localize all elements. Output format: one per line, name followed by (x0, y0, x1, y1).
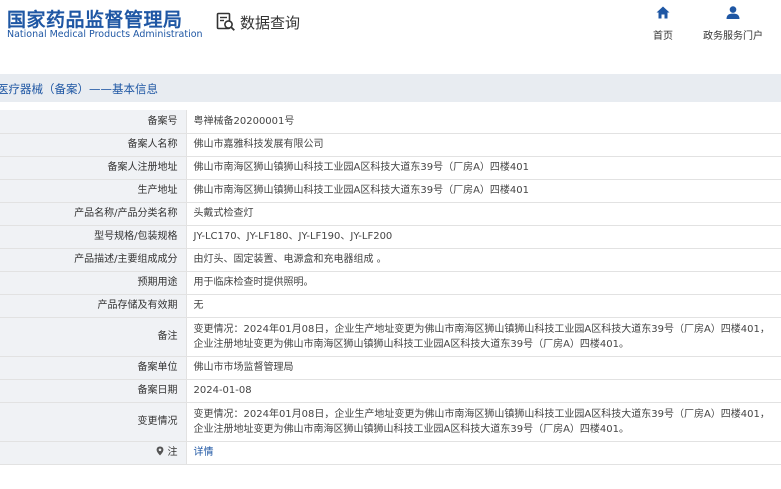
row-label: 产品描述/主要组成成分 (0, 248, 187, 272)
row-value: 用于临床检查时提供照明。 (186, 271, 781, 295)
search-title: 数据查询 (240, 13, 301, 32)
row-value: 由灯头、固定装置、电源盒和充电器组成 。 (186, 248, 781, 272)
note-label-cell: 注 (0, 441, 187, 465)
row-value: 头戴式检查灯 (186, 202, 781, 226)
logo-title-en[interactable]: National Medical Products Administration (7, 29, 203, 40)
table-row: 型号规格/包装规格 JY-LC170、JY-LF180、JY-LF190、JY-… (0, 225, 781, 249)
note-row: 注 详情 (0, 441, 781, 465)
table-row: 备案日期 2024-01-08 (0, 379, 781, 403)
note-value: 详情 (186, 441, 781, 465)
table-row: 产品存储及有效期 无 (0, 294, 781, 318)
nav-home[interactable]: 首页 (649, 4, 677, 42)
table-row: 生产地址 佛山市南海区狮山镇狮山科技工业园A区科技大道东39号（厂房A）四楼40… (0, 179, 781, 203)
row-label: 生产地址 (0, 179, 187, 203)
table-row: 备案人注册地址 佛山市南海区狮山镇狮山科技工业园A区科技大道东39号（厂房A）四… (0, 156, 781, 180)
row-label: 备案人注册地址 (0, 156, 187, 180)
row-value: JY-LC170、JY-LF180、JY-LF190、JY-LF200 (186, 225, 781, 249)
table-row: 产品名称/产品分类名称 头戴式检查灯 (0, 202, 781, 226)
row-value: 变更情况：2024年01月08日，企业生产地址变更为佛山市南海区狮山镇狮山科技工… (186, 402, 781, 442)
row-value: 佛山市市场监督管理局 (186, 356, 781, 380)
table-row: 备案单位 佛山市市场监督管理局 (0, 356, 781, 380)
table-row: 备案人名称 佛山市嘉雅科技发展有限公司 (0, 133, 781, 157)
row-value: 2024-01-08 (186, 379, 781, 403)
home-icon (656, 4, 670, 23)
row-value: 无 (186, 294, 781, 318)
table-row: 预期用途 用于临床检查时提供照明。 (0, 271, 781, 295)
logo-title-cn[interactable]: 国家药品监督管理局 (7, 5, 183, 32)
row-label: 备注 (0, 317, 187, 357)
row-label: 变更情况 (0, 402, 187, 442)
row-label: 产品存储及有效期 (0, 294, 187, 318)
row-label: 型号规格/包装规格 (0, 225, 187, 249)
user-icon (726, 4, 740, 23)
record-detail-table: 备案号 粤禅械备20200001号 备案人名称 佛山市嘉雅科技发展有限公司 备案… (0, 110, 781, 465)
site-header: 国家药品监督管理局 National Medical Products Admi… (0, 0, 781, 60)
row-value: 变更情况：2024年01月08日，企业生产地址变更为佛山市南海区狮山镇狮山科技工… (186, 317, 781, 357)
pin-icon (156, 446, 167, 458)
row-label: 备案日期 (0, 379, 187, 403)
nav-portal-label: 政务服务门户 (703, 31, 763, 42)
note-label: 注 (167, 447, 178, 458)
row-label: 备案人名称 (0, 133, 187, 157)
row-label: 备案号 (0, 110, 187, 134)
row-value: 佛山市南海区狮山镇狮山科技工业园A区科技大道东39号（厂房A）四楼401 (186, 156, 781, 180)
row-label: 产品名称/产品分类名称 (0, 202, 187, 226)
row-label: 备案单位 (0, 356, 187, 380)
table-row: 备案号 粤禅械备20200001号 (0, 110, 781, 134)
nav-gov-service-portal[interactable]: 政务服务门户 (700, 4, 766, 42)
section-title: 医疗器械（备案）——基本信息 (0, 82, 158, 96)
search-document-icon (216, 12, 236, 32)
data-query-heading: 数据查询 (216, 10, 300, 34)
row-value: 佛山市嘉雅科技发展有限公司 (186, 133, 781, 157)
table-row: 产品描述/主要组成成分 由灯头、固定装置、电源盒和充电器组成 。 (0, 248, 781, 272)
detail-link[interactable]: 详情 (194, 447, 214, 458)
row-label: 预期用途 (0, 271, 187, 295)
row-value: 佛山市南海区狮山镇狮山科技工业园A区科技大道东39号（厂房A）四楼401 (186, 179, 781, 203)
section-header: 医疗器械（备案）——基本信息 (0, 74, 781, 102)
nav-home-label: 首页 (653, 31, 673, 42)
row-value: 粤禅械备20200001号 (186, 110, 781, 134)
table-row: 备注 变更情况：2024年01月08日，企业生产地址变更为佛山市南海区狮山镇狮山… (0, 317, 781, 357)
table-row: 变更情况 变更情况：2024年01月08日，企业生产地址变更为佛山市南海区狮山镇… (0, 402, 781, 442)
